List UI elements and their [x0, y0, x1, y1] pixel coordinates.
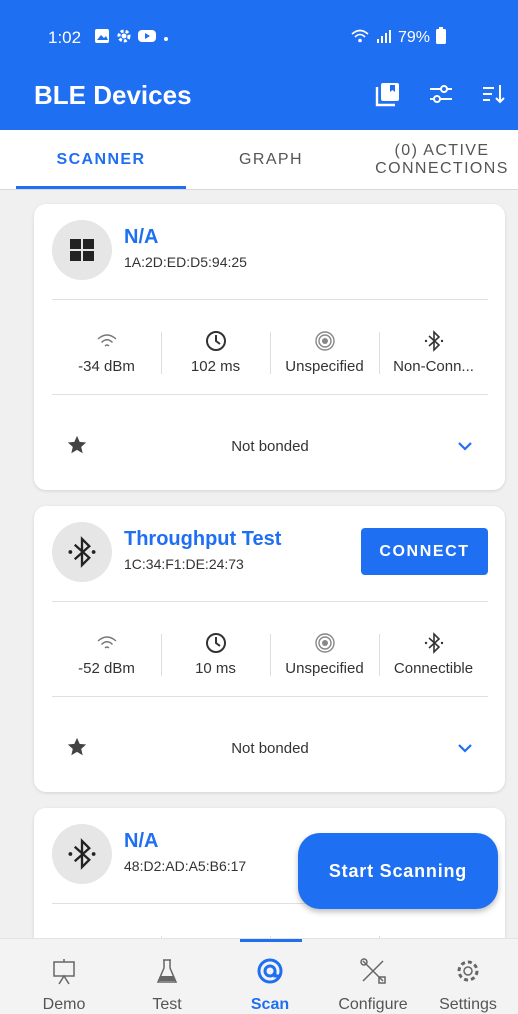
- rssi-value: -52 dBm: [78, 659, 135, 677]
- battery-icon: [436, 27, 446, 49]
- bottom-nav: Demo Test Scan Configure Settings: [0, 938, 518, 1014]
- device-name: N/A: [124, 226, 159, 248]
- bluetooth-icon: [52, 522, 112, 582]
- divider: [52, 601, 488, 602]
- image-icon: [94, 28, 110, 48]
- connectable-value: Non-Conn...: [393, 357, 474, 375]
- tab-bar: SCANNER GRAPH (0) ACTIVE CONNECTIONS: [0, 130, 518, 190]
- tab-scanner[interactable]: SCANNER: [16, 130, 186, 190]
- clock-icon: [205, 632, 227, 654]
- status-system-icons: 79%: [350, 27, 446, 49]
- bluetooth-icon: [52, 824, 112, 884]
- device-name: Throughput Test: [124, 528, 282, 550]
- device-stats: -34 dBm 102 ms Unspecified Non-Conn...: [52, 312, 488, 392]
- device-name: N/A: [124, 830, 159, 852]
- battery-text: 79%: [397, 29, 430, 46]
- device-address: 48:D2:AD:A5:B6:17: [124, 858, 247, 874]
- bookmark-icon[interactable]: [374, 80, 402, 108]
- status-notification-icons: [94, 28, 170, 48]
- connect-button[interactable]: CONNECT: [361, 528, 488, 575]
- nav-label: Test: [152, 996, 182, 1013]
- signal-icon: [376, 28, 392, 49]
- beacon-stat: Unspecified: [270, 614, 379, 694]
- bluetooth-icon: [423, 631, 445, 654]
- start-scanning-button[interactable]: Start Scanning: [298, 833, 498, 909]
- beacon-stat: Unspecified: [270, 312, 379, 392]
- status-time: 1:02: [48, 28, 82, 47]
- sort-icon[interactable]: [480, 80, 508, 108]
- nav-label: Scan: [250, 996, 290, 1013]
- divider: [52, 696, 488, 697]
- connectable-value: Connectible: [393, 659, 474, 677]
- rssi-value: -34 dBm: [78, 357, 135, 375]
- device-address: 1A:2D:ED:D5:94:25: [124, 254, 247, 270]
- divider: [52, 299, 488, 300]
- nav-item-test[interactable]: Test: [117, 957, 217, 1014]
- divider: [52, 394, 488, 395]
- chevron-down-icon[interactable]: [458, 438, 472, 456]
- nav-item-demo[interactable]: Demo: [14, 957, 114, 1014]
- interval-value: 10 ms: [195, 659, 236, 677]
- device-stats: -52 dBm 10 ms Unspecified Connectible: [52, 614, 488, 694]
- scan-icon: [256, 957, 284, 990]
- windows-icon: [52, 220, 112, 280]
- page-title: BLE Devices: [34, 80, 192, 110]
- flask-icon: [153, 957, 181, 990]
- nav-item-scan[interactable]: Scan: [220, 957, 320, 1014]
- nav-label: Demo: [42, 996, 86, 1013]
- nav-label: Configure: [338, 996, 408, 1013]
- beacon-icon: [314, 330, 336, 352]
- bond-status: Not bonded: [231, 438, 309, 455]
- presentation-icon: [50, 957, 78, 990]
- interval-value: 102 ms: [190, 357, 241, 375]
- clock-icon: [205, 330, 227, 352]
- gear-icon: [454, 957, 482, 990]
- dot-icon: [162, 30, 170, 47]
- tools-icon: [359, 957, 387, 990]
- interval-stat: 102 ms: [161, 312, 270, 392]
- bond-row[interactable]: Not bonded: [52, 426, 488, 466]
- bond-row[interactable]: Not bonded: [52, 728, 488, 768]
- tab-active-connections[interactable]: (0) ACTIVE CONNECTIONS: [366, 130, 518, 190]
- beacon-value: Unspecified: [285, 357, 364, 375]
- nav-item-settings[interactable]: Settings: [418, 957, 518, 1014]
- app-bar-actions: [374, 80, 508, 108]
- bond-status: Not bonded: [231, 740, 309, 757]
- nav-item-configure[interactable]: Configure: [323, 957, 423, 1014]
- bluetooth-icon: [423, 329, 445, 352]
- chevron-down-icon[interactable]: [458, 740, 472, 758]
- rssi-stat: -52 dBm: [52, 614, 161, 694]
- device-address: 1C:34:F1:DE:24:73: [124, 556, 244, 572]
- wifi-icon: [96, 632, 118, 654]
- app-bar: 1:02 79% BLE Devices: [0, 0, 518, 130]
- youtube-icon: [138, 29, 156, 47]
- interval-stat: 10 ms: [161, 614, 270, 694]
- beacon-icon: [314, 632, 336, 654]
- device-card[interactable]: Throughput Test 1C:34:F1:DE:24:73 CONNEC…: [34, 506, 505, 792]
- wifi-icon: [350, 28, 370, 49]
- filter-icon[interactable]: [427, 80, 455, 108]
- wifi-icon: [96, 330, 118, 352]
- device-card[interactable]: N/A 1A:2D:ED:D5:94:25 -34 dBm 102 ms Uns…: [34, 204, 505, 490]
- tab-graph[interactable]: GRAPH: [186, 130, 356, 190]
- beacon-value: Unspecified: [285, 659, 364, 677]
- tab-indicator: [16, 186, 186, 189]
- gear-icon: [116, 28, 132, 48]
- nav-indicator: [240, 939, 302, 942]
- connectable-stat: Non-Conn...: [379, 312, 488, 392]
- status-bar: 1:02 79%: [0, 0, 518, 72]
- rssi-stat: -34 dBm: [52, 312, 161, 392]
- nav-label: Settings: [439, 996, 497, 1013]
- connectable-stat: Connectible: [379, 614, 488, 694]
